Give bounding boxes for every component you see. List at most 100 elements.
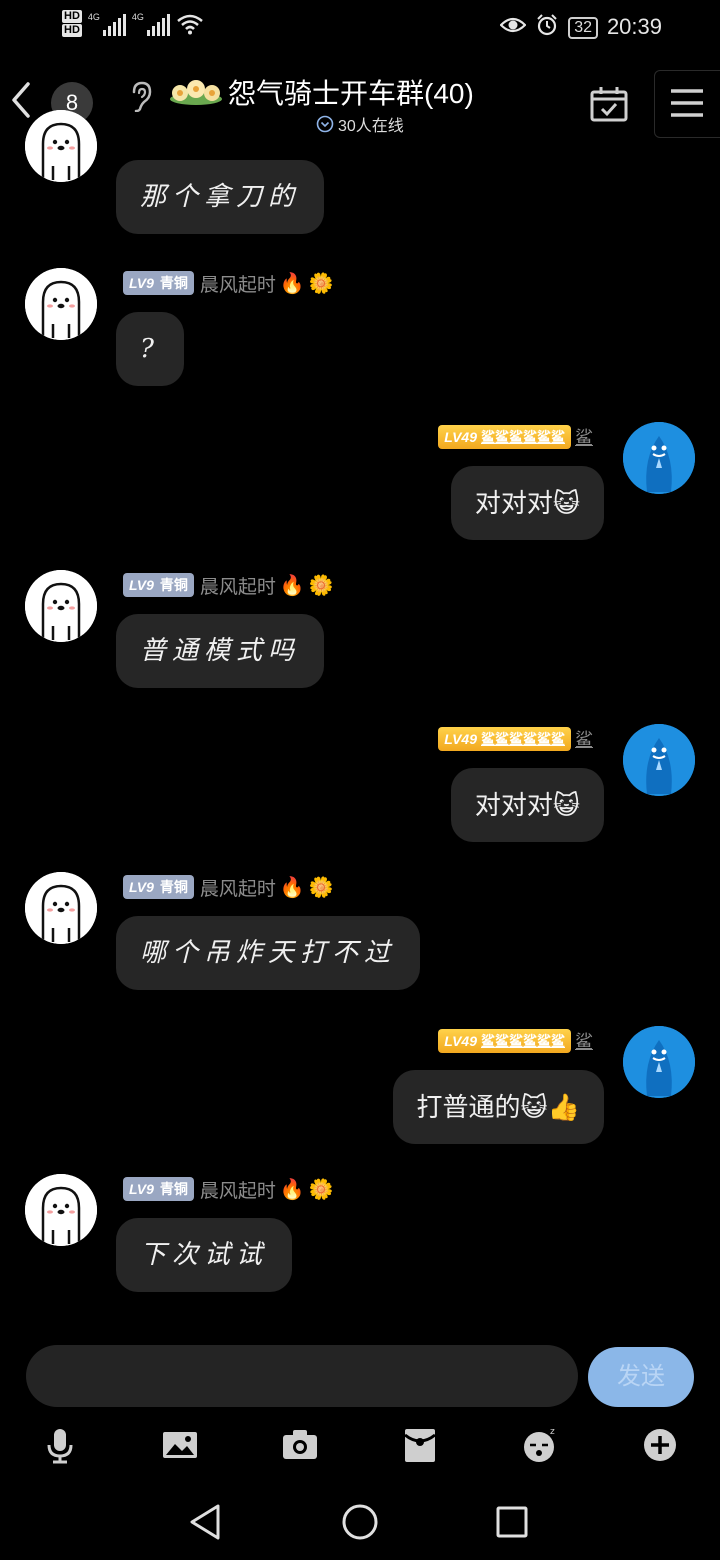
cat-emoji-icon: 😺	[552, 488, 580, 518]
message-text: 普通模式吗	[140, 636, 301, 666]
camera-icon	[283, 1430, 317, 1459]
level-badge: LV49 鲨鲨鲨鲨鲨鲨	[438, 425, 571, 449]
message-bubble[interactable]: 下次试试	[116, 1218, 293, 1292]
message-bubble[interactable]: 普通模式吗	[116, 614, 325, 688]
level-text: LV49	[444, 429, 477, 445]
fire-icon: 🔥	[279, 1178, 305, 1201]
level-badge: LV49 鲨鲨鲨鲨鲨鲨	[438, 1029, 571, 1053]
ear-icon[interactable]	[126, 80, 154, 113]
sender-nickname[interactable]: 鲨	[575, 726, 593, 752]
system-nav-bar	[0, 1490, 720, 1554]
network-type-2: 4G	[131, 11, 144, 22]
network-type-1: 4G	[87, 11, 100, 22]
image-button[interactable]	[160, 1425, 200, 1465]
sender-meta: LV9 青铜 晨风起时 🔥 🌼	[123, 270, 334, 296]
level-text: LV9	[129, 275, 154, 291]
sender-nickname[interactable]: 鲨	[575, 1028, 593, 1054]
level-text: LV9	[129, 577, 154, 593]
message-outgoing: LV49 鲨鲨鲨鲨鲨鲨鲨打普通的😺👍	[0, 1026, 720, 1176]
message-text: 打普通的	[416, 1092, 521, 1122]
nav-back-button[interactable]	[186, 1502, 226, 1542]
avatar[interactable]	[25, 570, 97, 642]
message-outgoing: LV49 鲨鲨鲨鲨鲨鲨鲨对对对😺	[0, 422, 720, 572]
rank-title: 青铜	[159, 577, 188, 593]
flower-cluster-icon	[166, 77, 226, 107]
send-button[interactable]: 发送	[588, 1347, 694, 1407]
sender-nickname[interactable]: 晨风起时	[200, 874, 276, 901]
hd-badge-1: HD	[62, 10, 82, 23]
hd-badge-2: HD	[62, 24, 82, 37]
cat-emoji-icon: 😺	[552, 790, 580, 820]
emoji-button[interactable]: z	[520, 1425, 560, 1465]
message-bubble[interactable]: 哪个吊炸天打不过	[116, 916, 421, 990]
eye-icon	[499, 15, 527, 40]
group-title-area[interactable]: 怨气骑士开车群(40)	[166, 72, 474, 112]
fire-icon: 🔥	[279, 574, 305, 597]
square-recents-icon	[496, 1506, 528, 1538]
message-bubble[interactable]: 对对对😺	[450, 466, 604, 540]
rank-title: 青铜	[159, 1181, 188, 1197]
message-incoming: LV9 青铜 晨风起时 🔥 🌼?	[0, 268, 720, 418]
message-incoming: LV9 青铜 晨风起时 🔥 🌼 下次试试	[0, 1174, 720, 1324]
rank-title: 鲨鲨鲨鲨鲨鲨	[481, 1033, 565, 1049]
avatar[interactable]	[623, 724, 695, 796]
message-input[interactable]	[26, 1345, 578, 1407]
plus-circle-icon	[644, 1429, 676, 1461]
sender-meta: LV9 青铜 晨风起时 🔥 🌼	[123, 1176, 334, 1202]
sender-nickname[interactable]: 晨风起时	[200, 1176, 276, 1203]
voice-button[interactable]	[40, 1425, 80, 1465]
fire-icon: 🔥	[279, 272, 305, 295]
message-bubble[interactable]: ?	[116, 312, 184, 386]
level-badge: LV9 青铜	[123, 1177, 194, 1201]
signal-icon-1: 4G	[88, 12, 126, 36]
message-text: 对对对	[474, 488, 553, 518]
level-badge: LV9 青铜	[123, 573, 194, 597]
group-title: 怨气骑士开车群(40)	[228, 78, 474, 109]
level-text: LV49	[444, 731, 477, 747]
message-incoming: LV9 青铜 晨风起时 🔥 🌼 哪个吊炸天打不过	[0, 872, 720, 1022]
calendar-check-button[interactable]	[590, 86, 628, 122]
wifi-icon	[176, 13, 204, 35]
battery-icon: 32	[568, 16, 598, 39]
nav-recents-button[interactable]	[492, 1502, 532, 1542]
sender-nickname[interactable]: 晨风起时	[200, 270, 276, 297]
more-button[interactable]	[640, 1425, 680, 1465]
avatar[interactable]	[25, 872, 97, 944]
message-bubble[interactable]: 对对对😺	[450, 768, 604, 842]
level-text: LV9	[129, 879, 154, 895]
flower-icon: 🌼	[308, 1178, 334, 1201]
rank-title: 青铜	[159, 879, 188, 895]
level-badge: LV49 鲨鲨鲨鲨鲨鲨	[438, 727, 571, 751]
avatar[interactable]	[25, 268, 97, 340]
message-bubble[interactable]: 那个拿刀的	[116, 160, 325, 234]
image-icon	[163, 1432, 197, 1458]
svg-text:z: z	[550, 1427, 555, 1437]
avatar[interactable]	[623, 422, 695, 494]
camera-button[interactable]	[280, 1425, 320, 1465]
sender-meta: LV9 青铜 晨风起时 🔥 🌼	[123, 572, 334, 598]
avatar[interactable]	[623, 1026, 695, 1098]
chevron-left-icon	[12, 82, 30, 118]
fire-icon: 🔥	[279, 876, 305, 899]
message-bubble[interactable]: 打普通的😺👍	[392, 1070, 604, 1144]
sender-meta: LV49 鲨鲨鲨鲨鲨鲨鲨	[438, 424, 593, 450]
flower-icon: 🌼	[308, 272, 334, 295]
menu-button[interactable]	[654, 70, 720, 138]
level-badge: LV9 青铜	[123, 271, 194, 295]
level-badge: LV9 青铜	[123, 875, 194, 899]
status-bar: HD HD 4G 4G 32 20:39	[0, 0, 720, 56]
online-status[interactable]: 30人在线	[316, 112, 404, 136]
sender-nickname[interactable]: 晨风起时	[200, 572, 276, 599]
sleepy-face-icon: z	[524, 1427, 555, 1462]
avatar[interactable]	[25, 110, 97, 182]
flower-icon: 🌼	[308, 574, 334, 597]
nav-home-button[interactable]	[340, 1502, 380, 1542]
thumbs-up-icon: 👍	[547, 1092, 580, 1122]
level-text: LV49	[444, 1033, 477, 1049]
status-right: 32	[499, 14, 598, 41]
sender-nickname[interactable]: 鲨	[575, 424, 593, 450]
back-button[interactable]	[8, 80, 34, 120]
red-packet-button[interactable]	[400, 1425, 440, 1465]
avatar[interactable]	[25, 1174, 97, 1246]
status-left: HD HD 4G 4G	[62, 10, 204, 37]
